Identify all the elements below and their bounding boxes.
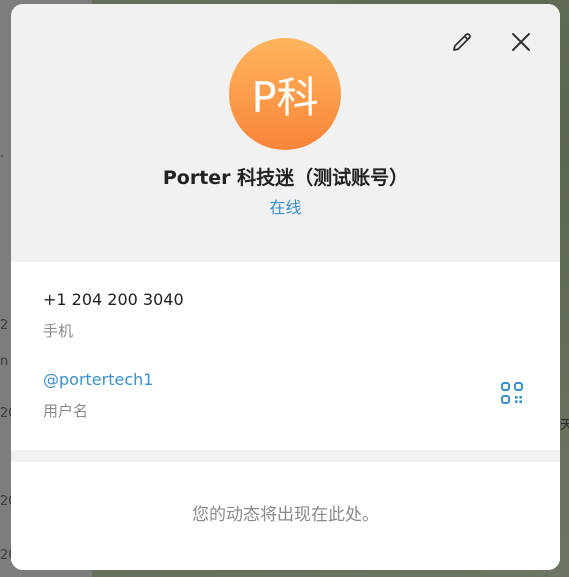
- profile-modal: P科 Porter 科技迷（测试账号） 在线 +1 204 200 3040 手…: [11, 4, 560, 570]
- feed-empty-message: 您的动态将出现在此处。: [192, 505, 379, 525]
- username-link[interactable]: @portertech1: [43, 370, 153, 389]
- avatar-initials: P科: [251, 72, 319, 122]
- username-label: 用户名: [43, 402, 89, 420]
- online-status: 在线: [269, 198, 302, 217]
- profile-header: P科 Porter 科技迷（测试账号） 在线: [11, 4, 560, 262]
- avatar[interactable]: P科: [229, 38, 341, 150]
- phone-number[interactable]: +1 204 200 3040: [43, 290, 184, 309]
- background-fragment: .: [0, 146, 5, 161]
- phone-label: 手机: [43, 322, 74, 340]
- pencil-icon: [453, 33, 471, 51]
- background-fragment-right: 天: [560, 418, 569, 433]
- background-fragment: n: [0, 354, 9, 369]
- profile-name: Porter 科技迷（测试账号）: [162, 167, 409, 189]
- background-fragment: 2: [0, 318, 9, 333]
- section-divider: [11, 450, 560, 462]
- activity-feed: 您的动态将出现在此处。: [11, 462, 560, 570]
- qr-code-button[interactable]: [499, 380, 529, 410]
- qr-code-icon: [501, 382, 523, 404]
- edit-button[interactable]: [447, 27, 477, 57]
- close-icon: [512, 33, 530, 51]
- profile-info: +1 204 200 3040 手机 @portertech1 用户名: [11, 262, 560, 450]
- close-button[interactable]: [506, 27, 536, 57]
